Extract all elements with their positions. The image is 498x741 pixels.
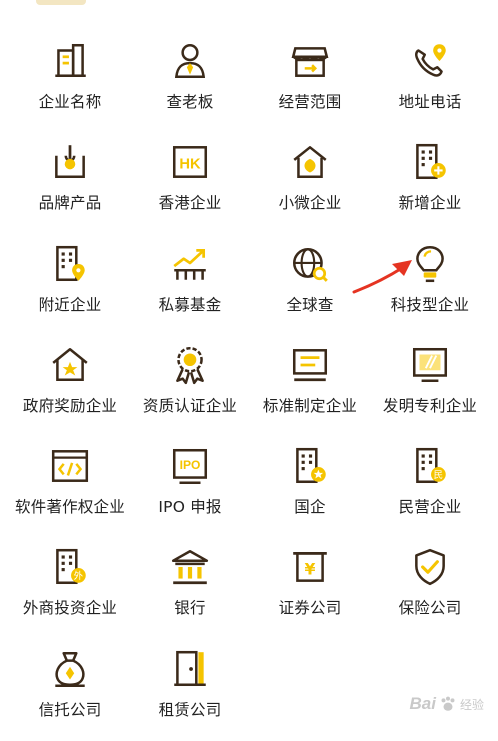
svg-text:外: 外	[74, 571, 84, 583]
monitor-icon	[292, 348, 328, 381]
tile-label: 银行	[174, 599, 206, 618]
tile-label: 小微企业	[278, 194, 342, 213]
door-icon	[174, 650, 206, 686]
tile-label: 品牌产品	[38, 194, 102, 213]
tile-private-enterprise[interactable]: 民 民营企业	[370, 437, 490, 538]
tile-label: 查老板	[166, 93, 214, 111]
tile-standard-setting[interactable]: 标准制定企业	[250, 336, 370, 437]
watermark-sub: 经验	[459, 697, 484, 712]
building-icon	[55, 43, 86, 77]
tile-leasing[interactable]: 租赁公司	[130, 640, 250, 741]
brand-stamp-icon	[55, 145, 85, 179]
tile-label: 企业名称	[38, 93, 102, 111]
svg-text:民: 民	[434, 470, 443, 481]
rosette-icon	[176, 346, 204, 385]
tile-bank[interactable]: 银行	[130, 538, 250, 639]
securities-icon: ¥	[293, 552, 327, 583]
tile-label: 资质认证企业	[142, 396, 238, 415]
code-window-icon	[51, 450, 89, 483]
svg-text:¥: ¥	[305, 560, 316, 579]
tile-label: 民营企业	[398, 498, 462, 517]
tile-label: 香港企业	[158, 194, 222, 213]
tile-label: 附近企业	[38, 295, 102, 314]
red-annotation-arrow-icon	[352, 260, 412, 294]
tile-label: 信托公司	[38, 700, 102, 719]
tile-label: 发明专利企业	[382, 396, 478, 415]
enterprise-category-grid: 企业名称 查老板 经营范围 地址电话 品牌产品 HK 香港企业 小微企业 新增企…	[10, 32, 490, 741]
tile-label: 地址电话	[398, 93, 462, 111]
building-min-icon: 民	[416, 448, 446, 484]
tile-label: 保险公司	[398, 599, 462, 618]
tile-label: 标准制定企业	[262, 396, 358, 415]
tile-label: 私募基金	[158, 295, 222, 314]
tile-label: 全球查	[286, 295, 334, 314]
tile-label: 证券公司	[278, 599, 342, 618]
tile-label: IPO 申报	[158, 498, 222, 517]
tile-small-micro[interactable]: 小微企业	[250, 133, 370, 234]
tile-business-scope[interactable]: 经营范围	[250, 32, 370, 133]
tile-gov-award[interactable]: 政府奖励企业	[10, 336, 130, 437]
tile-label: 软件著作权企业	[15, 498, 125, 517]
star-house-icon	[52, 347, 88, 381]
tile-address-phone[interactable]: 地址电话	[370, 32, 490, 133]
ipo-icon: IPO	[172, 449, 208, 485]
tile-invention-patent[interactable]: 发明专利企业	[370, 336, 490, 437]
tile-label: 政府奖励企业	[22, 396, 118, 415]
tile-label: 经营范围	[278, 93, 342, 111]
svg-text:HK: HK	[179, 157, 201, 173]
shield-check-icon	[415, 549, 445, 586]
tile-new-enterprise[interactable]: 新增企业	[370, 133, 490, 234]
tile-private-fund[interactable]: 私募基金	[130, 235, 250, 336]
tile-software-copyright[interactable]: 软件著作权企业	[10, 437, 130, 538]
bank-icon	[171, 550, 209, 585]
tile-ipo-filing[interactable]: IPO IPO 申报	[130, 437, 250, 538]
tile-securities[interactable]: ¥ 证券公司	[250, 538, 370, 639]
patent-icon	[412, 347, 448, 382]
top-edge	[0, 0, 498, 10]
tile-brand-products[interactable]: 品牌产品	[10, 133, 130, 234]
paw-icon	[441, 696, 455, 711]
tile-check-boss[interactable]: 查老板	[130, 32, 250, 133]
leaf-house-icon	[293, 146, 327, 179]
tile-hk-enterprise[interactable]: HK 香港企业	[130, 133, 250, 234]
building-star-icon	[296, 448, 326, 484]
tile-label: 租赁公司	[158, 700, 222, 719]
globe-search-icon	[292, 247, 328, 282]
hk-icon: HK	[172, 146, 208, 179]
growth-chart-icon	[173, 248, 206, 280]
storefront-icon	[291, 47, 329, 77]
tile-foreign-investment[interactable]: 外 外商投资企业	[10, 538, 130, 639]
svg-text:IPO: IPO	[180, 458, 201, 472]
tile-label: 外商投资企业	[22, 599, 118, 618]
tile-qualification[interactable]: 资质认证企业	[130, 336, 250, 437]
tile-enterprise-name[interactable]: 企业名称	[10, 32, 130, 133]
tile-label: 新增企业	[398, 194, 462, 213]
person-icon	[174, 43, 206, 79]
money-bag-icon	[55, 651, 85, 687]
building-wai-icon: 外	[56, 549, 86, 585]
tile-label: 国企	[294, 498, 326, 517]
tile-trust[interactable]: 信托公司	[10, 640, 130, 741]
tile-state-owned[interactable]: 国企	[250, 437, 370, 538]
building-pin-icon	[56, 245, 85, 281]
baidu-watermark: Bai 经验	[410, 694, 484, 714]
building-plus-icon	[416, 144, 446, 180]
tile-insurance[interactable]: 保险公司	[370, 538, 490, 639]
top-tab-indicator	[36, 0, 86, 5]
tile-nearby-enterprise[interactable]: 附近企业	[10, 235, 130, 336]
watermark-text: Bai	[409, 694, 436, 713]
phone-location-icon	[414, 44, 446, 77]
